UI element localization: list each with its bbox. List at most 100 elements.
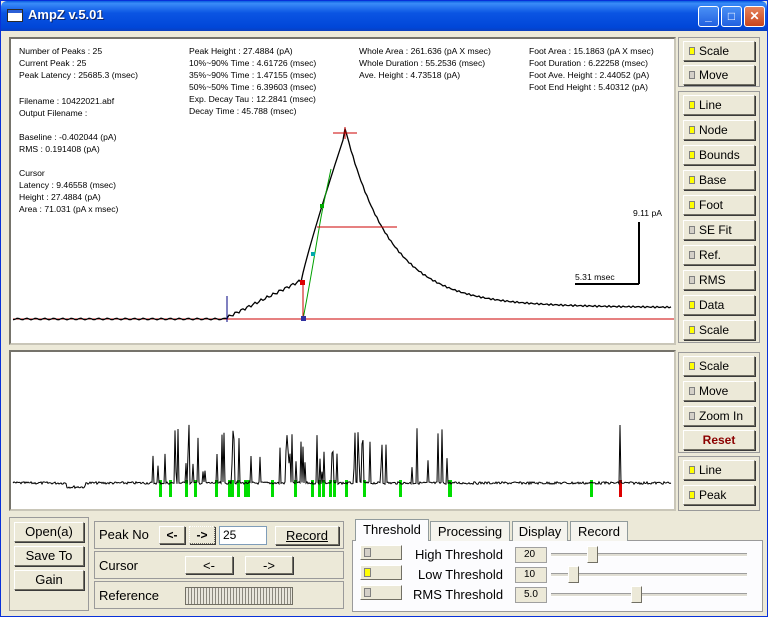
node-35[interactable] — [311, 252, 315, 256]
high-threshold-value[interactable]: 20 — [515, 547, 547, 563]
high-threshold-toggle[interactable] — [360, 545, 402, 560]
node-90[interactable] — [320, 204, 324, 208]
gain-button[interactable]: Gain — [14, 570, 84, 590]
bottom-scale-toggle[interactable]: Scale — [683, 356, 755, 376]
prev-peak-button[interactable]: <- — [159, 526, 185, 544]
cursor-label: Cursor — [99, 558, 139, 573]
led-indicator — [689, 387, 695, 395]
rms-threshold-thumb[interactable] — [631, 586, 642, 603]
data-toggle[interactable]: Data — [683, 295, 755, 315]
led-indicator — [689, 201, 695, 209]
title-bar[interactable]: AmpZ v.5.01 _ □ ✕ — [1, 1, 767, 31]
peak-detail-plot[interactable]: Number of Peaks : 25 Current Peak : 25 P… — [9, 37, 676, 345]
peak-no-label: Peak No — [99, 527, 149, 542]
tab-threshold[interactable]: Threshold — [355, 519, 429, 541]
scale-bar-toggle[interactable]: Scale — [683, 320, 755, 340]
top-scale-toggle[interactable]: Scale — [683, 41, 755, 61]
bottom-view-controls: Scale Move Zoom In Reset — [678, 352, 760, 453]
peak-count-info: Number of Peaks : 25 Current Peak : 25 P… — [19, 46, 138, 80]
low-threshold-label: Low Threshold — [418, 567, 504, 582]
led-indicator — [689, 491, 695, 499]
cursor-left-button[interactable]: <- — [185, 556, 233, 574]
led-indicator — [689, 301, 695, 309]
baseline-info: Baseline : -0.402044 (pA) RMS : 0.191408… — [19, 132, 117, 154]
foot-node[interactable] — [300, 280, 305, 285]
led-indicator — [689, 251, 695, 259]
maximize-button[interactable]: □ — [721, 6, 742, 27]
led-indicator — [689, 362, 695, 370]
scalebar-y-label: 9.11 pA — [633, 208, 662, 218]
led-indicator — [689, 226, 695, 234]
cursor-right-button[interactable]: -> — [245, 556, 293, 574]
rms-toggle[interactable]: RMS — [683, 270, 755, 290]
node-toggle[interactable]: Node — [683, 120, 755, 140]
cursor-info: Cursor Latency : 9.46558 (msec) Height :… — [19, 168, 119, 214]
rms-threshold-label: RMS Threshold — [413, 587, 504, 602]
base-node[interactable] — [301, 316, 306, 321]
filename-info: Filename : 10422021.abf Output Filename … — [19, 96, 115, 118]
bottom-move-label: Move — [699, 384, 729, 398]
minimize-icon: _ — [705, 9, 712, 23]
low-threshold-toggle[interactable] — [360, 565, 402, 580]
low-threshold-track[interactable] — [551, 573, 747, 577]
overview-plot[interactable] — [9, 350, 676, 511]
maximize-icon: □ — [727, 9, 736, 23]
peak-toggle[interactable]: Peak — [683, 485, 755, 505]
foot-toggle[interactable]: Foot — [683, 195, 755, 215]
reset-button[interactable]: Reset — [683, 430, 755, 450]
line-toggle[interactable]: Line — [683, 95, 755, 115]
ref-label: Ref. — [699, 248, 722, 262]
ref-toggle[interactable]: Ref. — [683, 245, 755, 265]
sefit-label: SE Fit — [699, 223, 732, 237]
bounds-toggle[interactable]: Bounds — [683, 145, 755, 165]
led-indicator — [689, 176, 695, 184]
scalebar-x-label: 5.31 msec — [575, 272, 615, 282]
tab-display[interactable]: Display — [512, 521, 568, 541]
cursor-row: Cursor <- -> — [94, 551, 344, 579]
led-indicator — [364, 568, 371, 577]
zoom-in-label: Zoom In — [699, 409, 744, 423]
high-threshold-label: High Threshold — [415, 547, 503, 562]
rms-threshold-track[interactable] — [551, 593, 747, 597]
window-title: AmpZ v.5.01 — [28, 7, 104, 22]
bottom-line-toggle[interactable]: Line — [683, 460, 755, 480]
node-label: Node — [699, 123, 728, 137]
low-threshold-thumb[interactable] — [568, 566, 579, 583]
rms-threshold-value[interactable]: 5.0 — [515, 587, 547, 603]
led-indicator — [689, 101, 695, 109]
led-indicator — [689, 47, 695, 55]
tab-record[interactable]: Record — [570, 521, 628, 541]
rms-label: RMS — [699, 273, 726, 287]
bottom-move-toggle[interactable]: Move — [683, 381, 755, 401]
close-button[interactable]: ✕ — [744, 6, 765, 27]
peak-height-info: Peak Height : 27.4884 (pA) 10%~90% Time … — [189, 46, 317, 116]
low-threshold-value[interactable]: 10 — [515, 567, 547, 583]
base-toggle[interactable]: Base — [683, 170, 755, 190]
rms-threshold-toggle[interactable] — [360, 585, 402, 600]
reference-slider[interactable] — [185, 587, 293, 605]
led-indicator — [689, 126, 695, 134]
led-indicator — [689, 71, 695, 79]
high-threshold-track[interactable] — [551, 553, 747, 557]
sefit-toggle[interactable]: SE Fit — [683, 220, 755, 240]
bottom-line-label: Line — [699, 463, 722, 477]
bottom-scale-label: Scale — [699, 359, 730, 373]
led-indicator — [364, 588, 371, 597]
next-peak-button[interactable]: -> — [189, 526, 215, 544]
top-move-toggle[interactable]: Move — [683, 65, 755, 85]
minimize-button[interactable]: _ — [698, 6, 719, 27]
led-indicator — [364, 548, 371, 557]
led-indicator — [689, 466, 695, 474]
top-view-controls: Scale Move — [678, 37, 760, 87]
peak-trace — [12, 128, 672, 321]
foot-info: Foot Area : 15.1863 (pA X msec) Foot Dur… — [529, 46, 654, 92]
open-button[interactable]: Open(a) — [14, 522, 84, 542]
save-to-button[interactable]: Save To — [14, 546, 84, 566]
zoom-in-toggle[interactable]: Zoom In — [683, 406, 755, 426]
tab-processing[interactable]: Processing — [430, 521, 510, 541]
record-button[interactable]: Record — [275, 526, 339, 545]
peak-number-input[interactable]: 25 — [219, 526, 267, 545]
app-window: AmpZ v.5.01 _ □ ✕ Number of Peaks : 25 C… — [0, 0, 768, 617]
high-threshold-thumb[interactable] — [587, 546, 598, 563]
bottom-display-options: Line Peak — [678, 456, 760, 511]
